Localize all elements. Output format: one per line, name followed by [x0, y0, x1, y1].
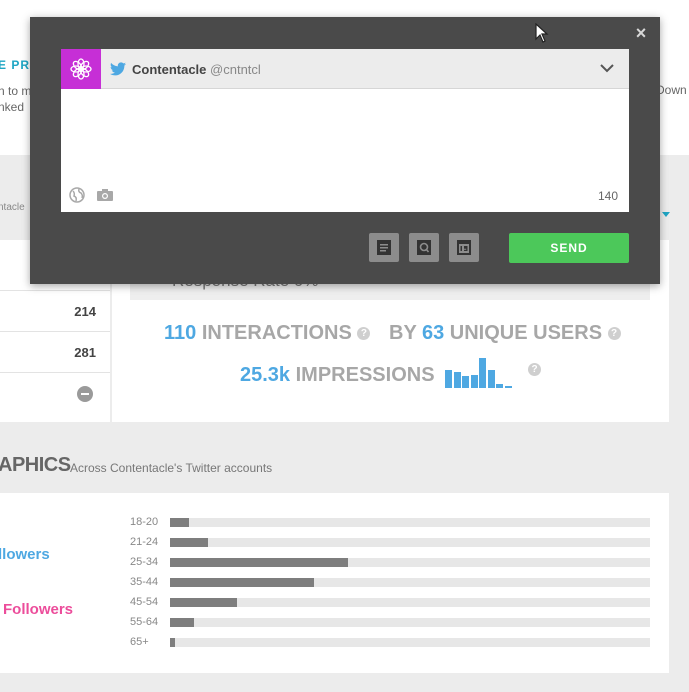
queue-button[interactable]	[409, 233, 439, 262]
brand-logo	[61, 49, 101, 89]
remove-icon[interactable]	[77, 386, 93, 402]
list-item: 214	[0, 290, 110, 331]
list-item-value: 214	[74, 304, 96, 319]
sparkline-bar	[479, 358, 486, 388]
age-group-track	[170, 518, 650, 527]
age-group-track	[170, 558, 650, 567]
sparkline-bar	[445, 370, 452, 388]
age-group-track	[170, 598, 650, 607]
queue-icon	[417, 240, 431, 255]
age-group-label: 18-20	[130, 516, 159, 528]
send-button[interactable]: SEND	[509, 233, 629, 263]
age-group-label: 21-24	[130, 536, 159, 548]
age-group-track	[170, 538, 650, 547]
age-group-bar	[170, 578, 314, 587]
impressions-label: IMPRESSIONS	[295, 364, 435, 386]
drafts-button[interactable]	[369, 233, 399, 262]
list-item	[0, 372, 110, 422]
sparkline-bar	[496, 383, 503, 388]
list-item-value: 281	[74, 345, 96, 360]
interactions-label: INTERACTIONS	[201, 322, 352, 344]
account-display-name: Contentacle	[132, 62, 207, 77]
age-group-bar	[170, 638, 175, 647]
age-group-label: 55-64	[130, 616, 159, 628]
calendar-icon	[457, 240, 471, 255]
description-line-2: nked	[0, 100, 25, 114]
mouse-cursor-icon	[535, 23, 549, 43]
unique-users-label: UNIQUE USERS	[449, 322, 603, 344]
account-name: Contentacle @cntntcl	[132, 62, 261, 77]
age-group-bar	[170, 598, 238, 607]
sparkline-bar	[487, 370, 495, 388]
demographics-title: APHICS	[0, 454, 71, 476]
sparkline-bar	[470, 374, 478, 388]
unique-users-count: 63	[421, 322, 445, 344]
age-group-label: 25-34	[130, 556, 159, 568]
sparkline-bar	[462, 376, 469, 388]
download-link[interactable]: Down	[656, 83, 687, 97]
globe-icon[interactable]	[69, 187, 85, 203]
schedule-button[interactable]	[449, 233, 479, 262]
female-followers-label: Followers	[3, 601, 74, 618]
unique-users-stat: BY 63 UNIQUE USERS ?	[389, 322, 621, 345]
account-handle: @cntntcl	[210, 62, 261, 77]
interactions-stat: 110 INTERACTIONS ?	[164, 322, 371, 345]
description-text: n to m nked	[0, 83, 31, 115]
filter-caret-icon[interactable]	[662, 212, 670, 217]
age-group-bar	[170, 538, 209, 547]
character-counter: 140	[598, 189, 619, 203]
age-group-bar	[170, 518, 190, 527]
by-label: BY	[389, 322, 417, 344]
impressions-count: 25.3k	[240, 364, 291, 386]
age-group-label: 45-54	[130, 596, 159, 608]
age-group-bar	[170, 558, 348, 567]
camera-icon[interactable]	[96, 188, 114, 202]
twitter-bird-icon	[110, 62, 126, 76]
age-group-label: 65+	[130, 636, 149, 648]
demographics-subtitle: Across Contentacle's Twitter accounts	[70, 461, 273, 475]
impressions-stat: 25.3k IMPRESSIONS	[240, 364, 435, 387]
document-icon	[377, 240, 391, 255]
tweet-input[interactable]	[66, 94, 622, 179]
chevron-down-icon[interactable]	[600, 64, 614, 73]
age-group-bar	[170, 618, 194, 627]
list-item: 281	[0, 331, 110, 372]
help-icon[interactable]: ?	[528, 363, 541, 376]
help-icon[interactable]: ?	[357, 327, 371, 341]
help-icon[interactable]: ?	[607, 327, 621, 341]
description-line-1: n to m	[0, 84, 32, 98]
interactions-count: 110	[164, 322, 197, 344]
flower-icon	[70, 58, 92, 80]
age-group-track	[170, 638, 650, 647]
sparkline-bar	[504, 386, 512, 388]
age-group-track	[170, 578, 650, 587]
sparkline-bar	[453, 371, 461, 388]
age-group-track	[170, 618, 650, 627]
male-followers-label: llowers	[0, 546, 50, 563]
close-icon[interactable]: ×	[633, 24, 649, 42]
impressions-sparkline	[445, 358, 523, 388]
account-filter-label: ntacle	[0, 202, 25, 213]
age-group-label: 35-44	[130, 576, 159, 588]
